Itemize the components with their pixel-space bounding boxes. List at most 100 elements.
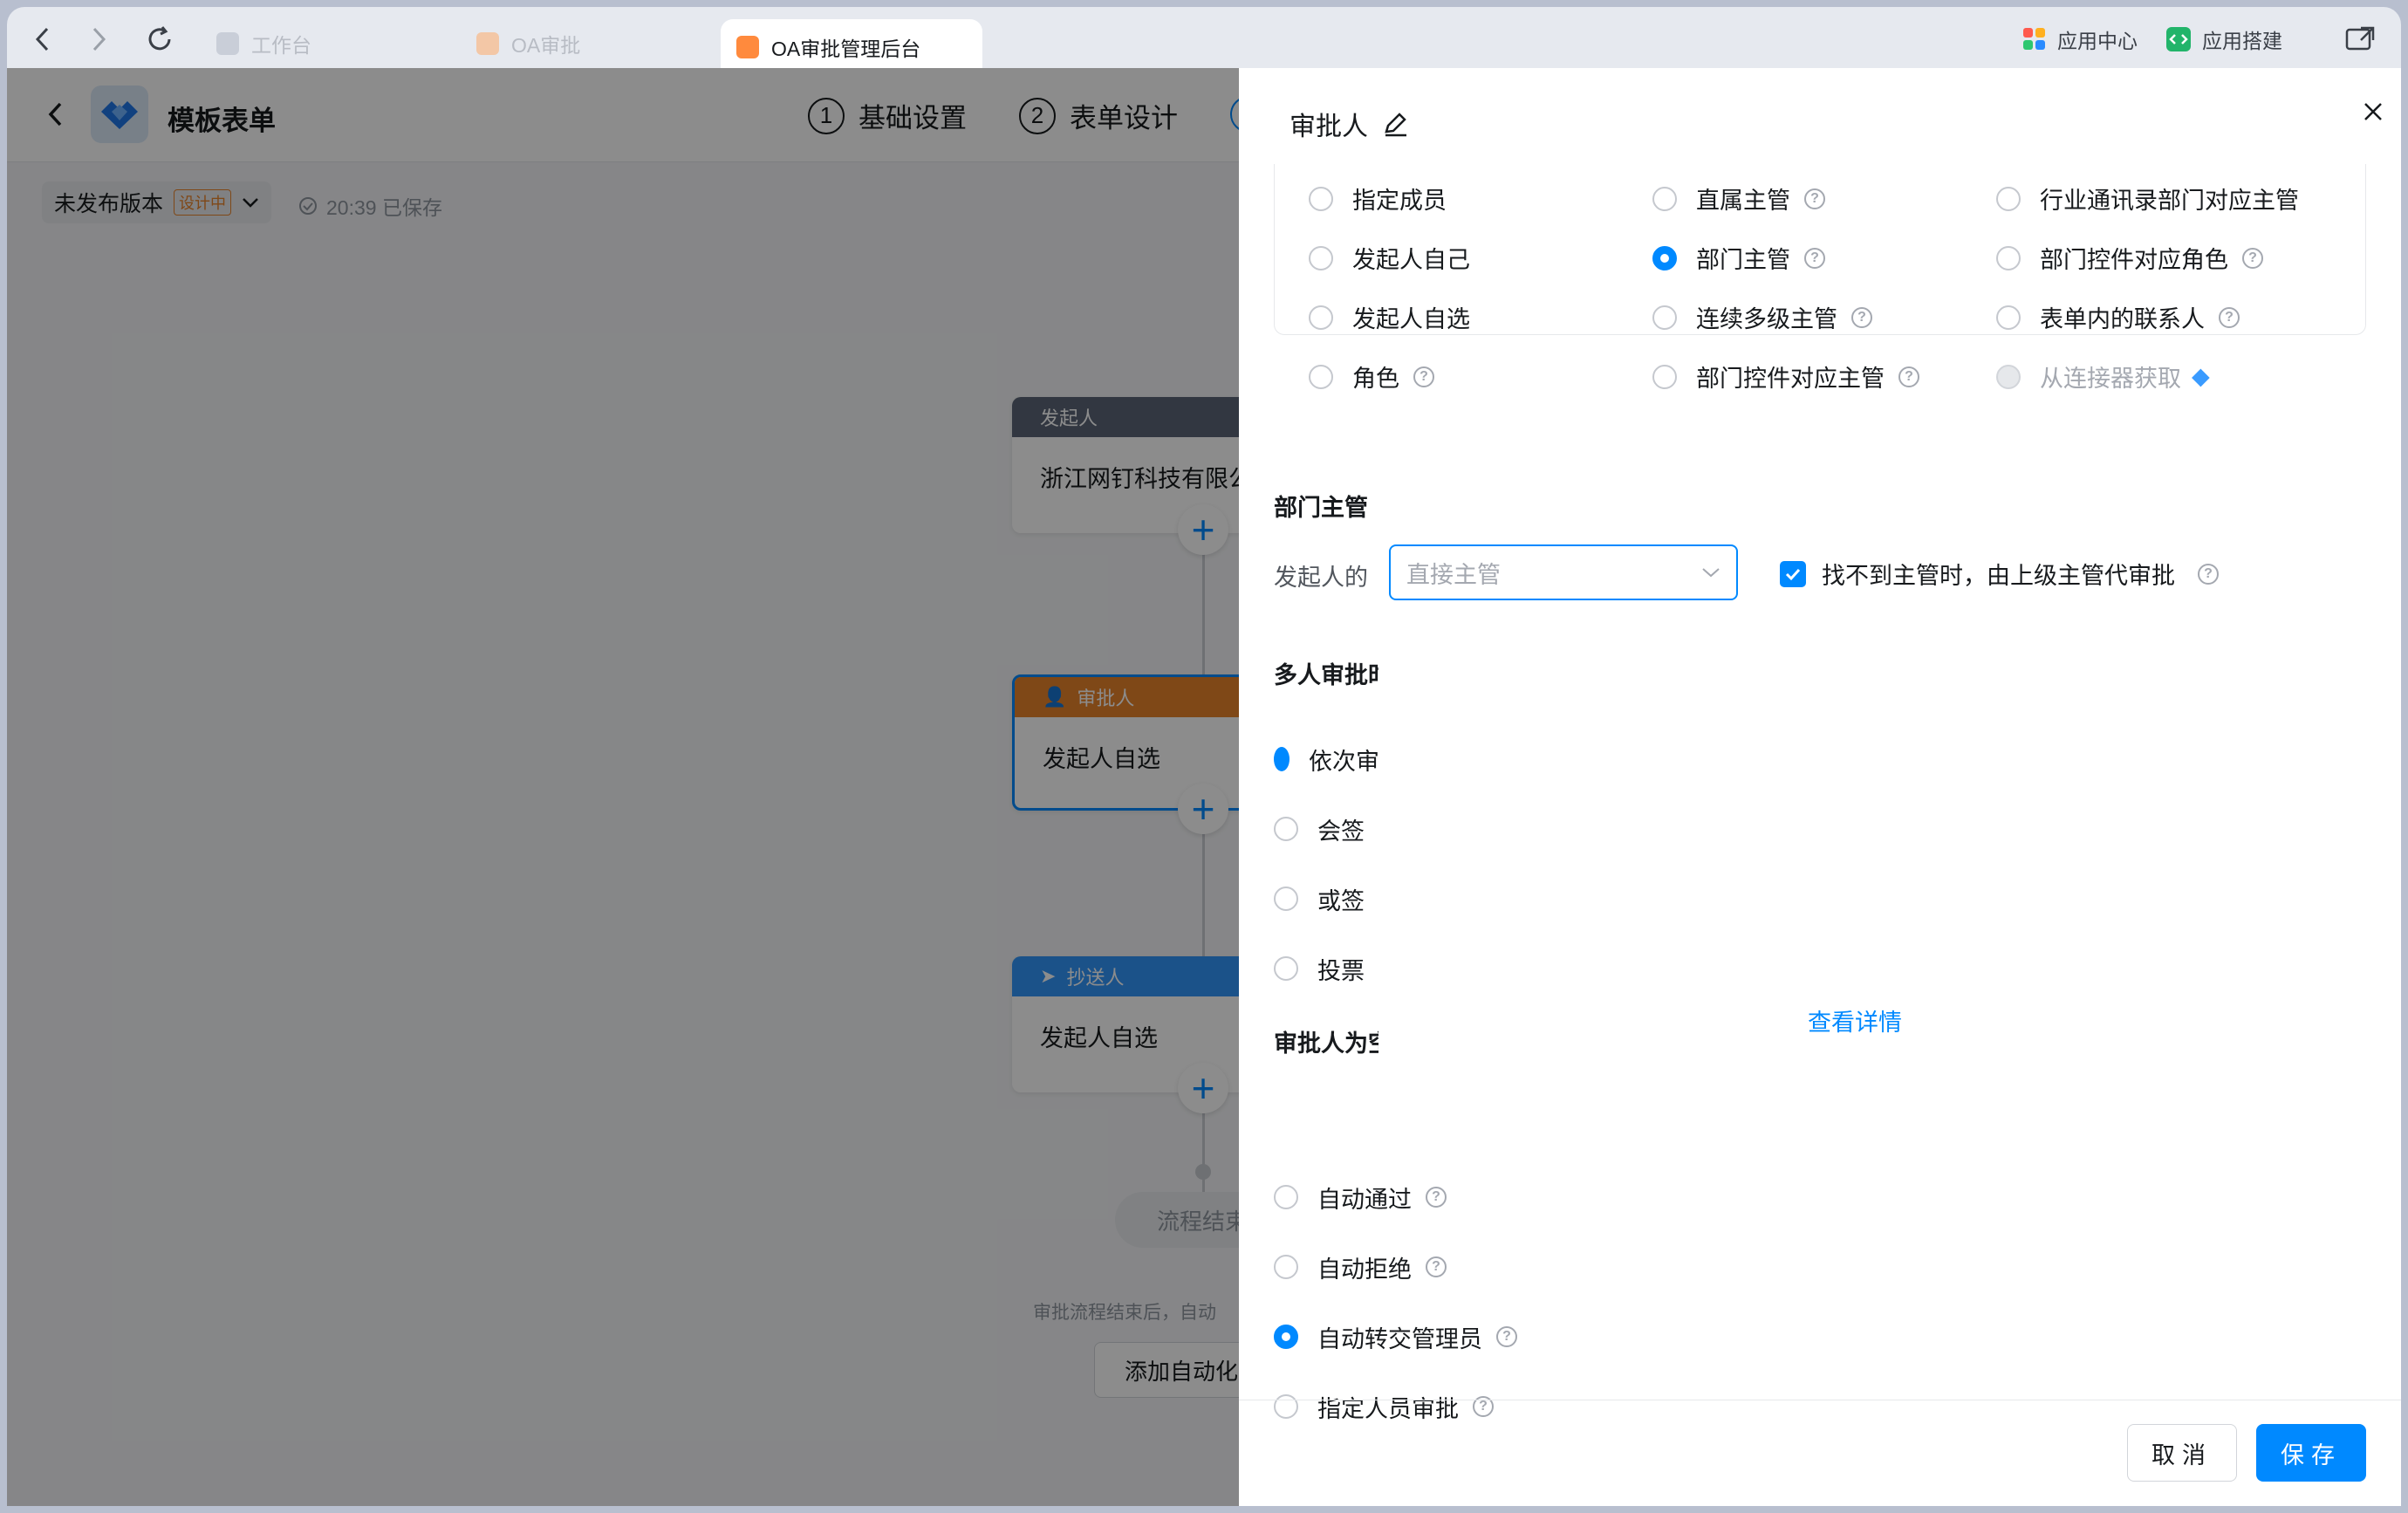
refresh-icon[interactable] — [145, 24, 174, 54]
radio-button[interactable] — [1274, 956, 1298, 981]
radio-button[interactable] — [1996, 186, 2021, 211]
radio-button[interactable] — [1274, 1185, 1298, 1209]
approver-type-option[interactable]: 角色? — [1309, 359, 1434, 394]
radio-button[interactable] — [1274, 1394, 1298, 1419]
browser-toolbar: 工作台 OA审批 OA审批管理后台 应用中心 应用搭建 — [7, 7, 2401, 75]
radio-button[interactable] — [1274, 817, 1298, 841]
empty-approver-option[interactable]: 自动拒绝? — [1274, 1232, 1517, 1302]
radio-button[interactable] — [1309, 186, 1333, 211]
help-icon[interactable]: ? — [1804, 247, 1825, 269]
approver-type-option[interactable]: 发起人自己 — [1309, 241, 1470, 275]
option-label: 连续多级主管 — [1696, 306, 1837, 332]
forward-arrow-icon[interactable] — [89, 26, 108, 52]
option-label: 发起人自选 — [1352, 306, 1470, 332]
approver-type-option[interactable]: 发起人自选 — [1309, 300, 1470, 334]
close-icon[interactable] — [2363, 101, 2384, 122]
back-arrow-icon[interactable] — [33, 26, 52, 52]
help-icon[interactable]: ? — [1413, 366, 1434, 387]
radio-button[interactable] — [1309, 364, 1333, 389]
oa-admin-icon — [736, 36, 759, 58]
option-label: 指定人员审批 — [1317, 1395, 1459, 1422]
dept-manager-section-title: 部门主管 — [1274, 495, 1368, 521]
option-label: 发起人自己 — [1352, 247, 1470, 273]
approver-type-option[interactable]: 直属主管? — [1652, 181, 1825, 216]
option-label: 部门主管 — [1696, 247, 1790, 273]
initiator-prefix-label: 发起人的 — [1274, 565, 1368, 591]
option-label: 会签 — [1317, 818, 1365, 845]
approver-type-option[interactable]: 连续多级主管? — [1652, 300, 1872, 334]
open-external-icon[interactable] — [2345, 24, 2377, 52]
radio-button[interactable] — [1274, 1325, 1298, 1349]
app-build-button[interactable]: 应用搭建 — [2165, 24, 2282, 54]
option-label: 依次审 — [1309, 748, 1378, 775]
option-label: 自动转交管理员 — [1317, 1325, 1482, 1352]
radio-button[interactable] — [1652, 245, 1677, 270]
empty-approver-option[interactable]: 指定人员审批? — [1274, 1372, 1517, 1441]
edit-pencil-icon[interactable] — [1382, 111, 1408, 137]
help-icon[interactable]: ? — [2242, 247, 2263, 269]
app-build-icon — [2166, 27, 2191, 51]
view-details-link[interactable]: 查看详情 — [1727, 1003, 1902, 1037]
approver-type-option[interactable]: 部门控件对应角色? — [1996, 241, 2263, 275]
drawer-title: 审批人 — [1290, 105, 1408, 143]
help-icon[interactable]: ? — [1898, 366, 1919, 387]
tab-oa-admin[interactable]: OA审批管理后台 — [721, 19, 982, 75]
fallback-checkbox[interactable]: 找不到主管时，由上级主管代审批 ? — [1780, 557, 2219, 591]
radio-button[interactable] — [1274, 1255, 1298, 1279]
select-value: 直接主管 — [1406, 561, 1501, 588]
help-icon[interactable]: ? — [1426, 1187, 1447, 1208]
option-label: 直属主管 — [1696, 188, 1790, 214]
approver-type-option[interactable]: 表单内的联系人? — [1996, 300, 2240, 334]
empty-approver-option[interactable]: 自动通过? — [1274, 1162, 1517, 1232]
help-icon[interactable]: ? — [2219, 306, 2240, 328]
radio-button[interactable] — [1652, 186, 1677, 211]
radio-button — [1996, 364, 2021, 389]
multi-approve-option[interactable]: 或签 — [1274, 864, 1378, 934]
multi-approve-options: 依次审 会签 或签 投票 — [1274, 724, 1378, 1003]
app-center-icon — [2023, 28, 2045, 50]
radio-button[interactable] — [1996, 305, 2021, 330]
approver-type-option[interactable]: 指定成员 — [1309, 181, 1447, 216]
radio-button[interactable] — [1996, 245, 2021, 270]
empty-approver-option[interactable]: 自动转交管理员? — [1274, 1302, 1517, 1372]
multi-approve-section-title: 多人审批时 — [1274, 662, 1378, 688]
save-button[interactable]: 保存 — [2256, 1424, 2366, 1482]
option-label: 或签 — [1317, 887, 1365, 914]
empty-approver-section-title: 审批人为空 — [1274, 1030, 1378, 1057]
option-label: 自动拒绝 — [1317, 1256, 1412, 1283]
help-icon[interactable]: ? — [2198, 563, 2219, 585]
help-icon[interactable]: ? — [1426, 1256, 1447, 1277]
chevron-down-icon — [1702, 568, 1720, 578]
cancel-button[interactable]: 取消 — [2127, 1424, 2237, 1482]
tab-oa-approval[interactable]: OA审批 — [461, 19, 596, 68]
option-label: 投票 — [1317, 957, 1365, 984]
app-window: 模板表单 1 基础设置 2 表单设计 未发布版本 设计中 20:39 已保存 发… — [7, 68, 2401, 1506]
multi-approve-option[interactable]: 投票 — [1274, 934, 1378, 1003]
radio-button[interactable] — [1274, 887, 1298, 911]
radio-button[interactable] — [1652, 364, 1677, 389]
drawer-title-text: 审批人 — [1290, 113, 1368, 141]
oa-approval-icon — [476, 32, 499, 55]
radio-button[interactable] — [1652, 305, 1677, 330]
help-icon[interactable]: ? — [1851, 306, 1872, 328]
help-icon[interactable]: ? — [1804, 188, 1825, 209]
multi-approve-option[interactable]: 依次审 — [1274, 724, 1378, 794]
radio-button[interactable] — [1274, 747, 1290, 771]
help-icon[interactable]: ? — [1496, 1326, 1517, 1347]
app-center-button[interactable]: 应用中心 — [2022, 24, 2138, 54]
manager-level-select[interactable]: 直接主管 — [1389, 544, 1738, 600]
tab-workbench[interactable]: 工作台 — [201, 19, 327, 68]
multi-approve-option[interactable]: 会签 — [1274, 794, 1378, 864]
workbench-icon — [216, 32, 239, 55]
option-label: 部门控件对应主管 — [1696, 366, 1885, 392]
checkbox-checked-icon — [1780, 560, 1806, 587]
approver-type-option[interactable]: 部门控件对应主管? — [1652, 359, 1919, 394]
approver-type-option[interactable]: 部门主管? — [1652, 241, 1825, 275]
fallback-label: 找不到主管时，由上级主管代审批 — [1822, 563, 2175, 589]
radio-button[interactable] — [1309, 305, 1333, 330]
radio-button[interactable] — [1309, 245, 1333, 270]
approver-type-option[interactable]: 行业通讯录部门对应主管 — [1996, 181, 2299, 216]
option-label: 部门控件对应角色 — [2040, 247, 2228, 273]
option-label: 表单内的联系人 — [2040, 306, 2205, 332]
option-label: 角色 — [1352, 366, 1399, 392]
